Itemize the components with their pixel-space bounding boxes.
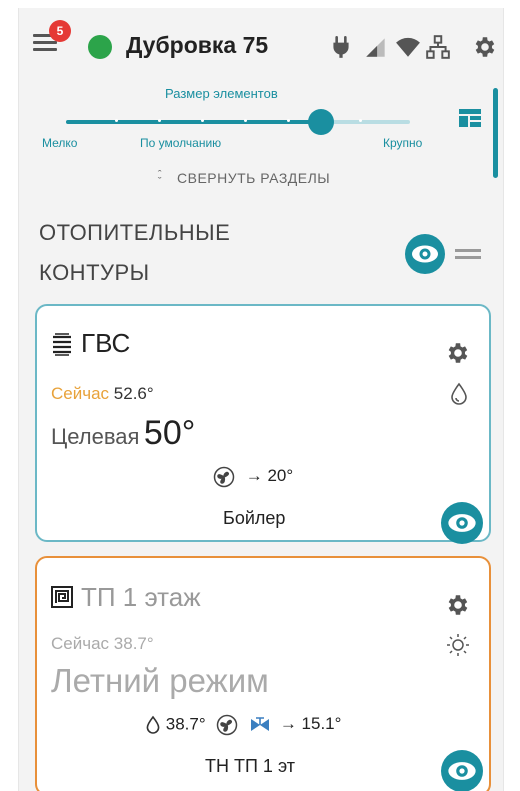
- fan-icon: [216, 714, 238, 736]
- fan-icon: [213, 466, 235, 488]
- settings-gear-icon[interactable]: [471, 34, 499, 60]
- slider-tick: [287, 119, 290, 122]
- sensor-readings: 38.7° → 15.1°: [145, 714, 341, 736]
- dashboard-layout-icon[interactable]: [459, 109, 481, 127]
- collapse-sections-button[interactable]: ˆ ˇ СВЕРНУТЬ РАЗДЕЛЫ: [153, 169, 331, 189]
- slider-tick: [201, 119, 204, 122]
- slider-tick: [244, 119, 247, 122]
- valve-icon: [249, 716, 271, 734]
- card-eye-icon[interactable]: [441, 502, 483, 544]
- scrollbar-thumb[interactable]: [493, 88, 498, 178]
- target-value: 50°: [143, 414, 196, 452]
- device-name: ТН ТП 1 эт: [205, 756, 295, 776]
- now-value: 52.6°: [113, 384, 154, 403]
- notification-badge[interactable]: 5: [49, 20, 71, 42]
- device-title: Дубровка 75: [126, 32, 269, 58]
- drop-value: 38.7°: [165, 714, 206, 734]
- sun-icon: [445, 632, 471, 658]
- size-slider-label: Размер элементов: [165, 86, 278, 101]
- now-value: 38.7°: [113, 634, 154, 653]
- collapse-sections-label: СВЕРНУТЬ РАЗДЕЛЫ: [177, 170, 331, 186]
- pump-status: → 20°: [213, 466, 293, 488]
- slider-tick: [115, 119, 118, 122]
- floor-heating-icon: [51, 586, 73, 608]
- now-label: Сейчас: [51, 384, 110, 403]
- size-slider-fill: [66, 120, 321, 124]
- card-title: ГВС: [81, 328, 131, 358]
- size-slider-thumb[interactable]: [307, 109, 334, 135]
- water-drop-icon: [145, 715, 161, 735]
- heating-circuit-card-tp-1[interactable]: ТП 1 этаж Сейчас 38.7° Летний режим 38.7…: [35, 556, 491, 791]
- slider-mark-large[interactable]: Крупно: [383, 136, 422, 150]
- target-temperature[interactable]: Целевая 50°: [51, 414, 195, 453]
- water-drop-icon: [449, 382, 469, 406]
- mode-label: Летний режим: [51, 662, 269, 699]
- card-settings-gear-icon[interactable]: [445, 340, 471, 366]
- device-name: Бойлер: [223, 508, 286, 528]
- now-label: Сейчас: [51, 634, 110, 653]
- slider-tick: [158, 119, 161, 122]
- card-settings-gear-icon[interactable]: [445, 592, 471, 618]
- current-temperature: Сейчас 38.7°: [51, 634, 154, 654]
- current-temperature: Сейчас 52.6°: [51, 384, 154, 404]
- cellular-signal-icon[interactable]: [362, 34, 390, 60]
- wifi-icon[interactable]: [394, 34, 422, 60]
- section-eye-icon[interactable]: [405, 234, 445, 274]
- section-title: ОТОПИТЕЛЬНЫЕ КОНТУРЫ: [39, 220, 231, 285]
- flow-target: → 15.1°: [279, 714, 342, 734]
- slider-tick: [359, 119, 362, 122]
- slider-mark-small[interactable]: Мелко: [42, 136, 77, 150]
- online-status-indicator: [88, 35, 112, 59]
- stacked-layers-icon: [51, 332, 73, 358]
- slider-mark-default[interactable]: По умолчанию: [140, 136, 221, 150]
- top-bar: 5 Дубровка 75: [19, 8, 503, 74]
- app-frame: 5 Дубровка 75 Размер элементов Мелко По …: [18, 8, 504, 791]
- heating-circuit-card-gvs[interactable]: ГВС Сейчас 52.6° Целевая 50° → 20° Бойле…: [35, 304, 491, 544]
- pump-target: → 20°: [245, 466, 294, 486]
- drag-handle-icon[interactable]: [455, 249, 481, 261]
- collapse-chevron-icon: ˆˇ: [157, 169, 163, 189]
- card-title: ТП 1 этаж: [81, 582, 201, 612]
- network-icon[interactable]: [424, 34, 452, 60]
- card-eye-icon[interactable]: [441, 750, 483, 791]
- target-label: Целевая: [51, 424, 140, 449]
- power-plug-icon[interactable]: [327, 34, 355, 60]
